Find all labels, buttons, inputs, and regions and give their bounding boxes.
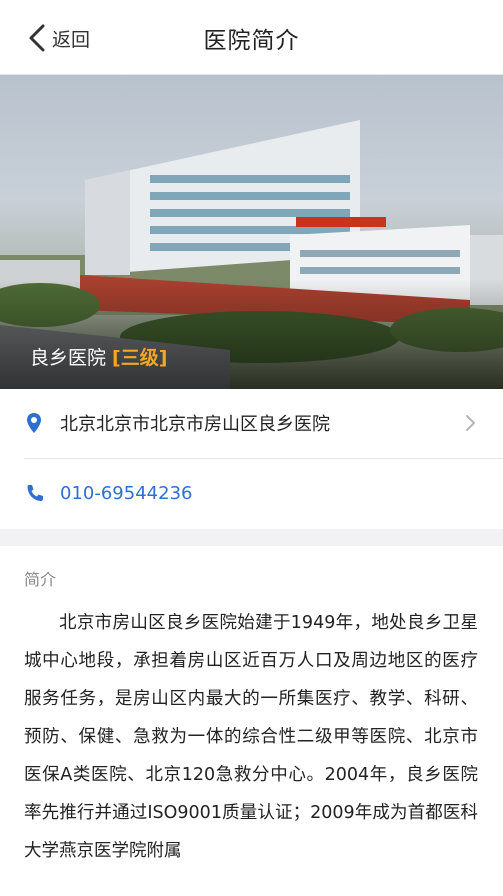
navigation-bar: 返回 医院简介 — [0, 0, 503, 75]
chevron-right-icon — [466, 415, 475, 431]
page-title: 医院简介 — [203, 28, 300, 54]
hospital-photo: 良乡医院 [三级] — [0, 75, 503, 389]
phone-number[interactable]: 010-69544236 — [60, 483, 192, 504]
phone-icon — [27, 485, 43, 501]
location-pin-icon — [27, 413, 41, 433]
intro-body-text: 北京市房山区良乡医院始建于1949年，地处良乡卫星城中心地段，承担着房山区近百万… — [24, 613, 478, 861]
intro-section: 简介 北京市房山区良乡医院始建于1949年，地处良乡卫星城中心地段，承担着房山区… — [0, 546, 503, 896]
intro-heading: 简介 — [24, 570, 57, 589]
phone-row[interactable]: 010-69544236 — [0, 459, 503, 527]
hospital-level-badge: [三级] — [112, 347, 168, 369]
address-text: 北京北京市北京市房山区良乡医院 — [60, 414, 330, 435]
hospital-caption: 良乡医院 [三级] — [30, 343, 167, 370]
photo-shade — [0, 279, 503, 389]
contact-card: 北京北京市北京市房山区良乡医院 010-69544236 — [0, 389, 503, 529]
hospital-name: 良乡医院 — [30, 347, 107, 369]
address-row[interactable]: 北京北京市北京市房山区良乡医院 — [0, 389, 503, 457]
